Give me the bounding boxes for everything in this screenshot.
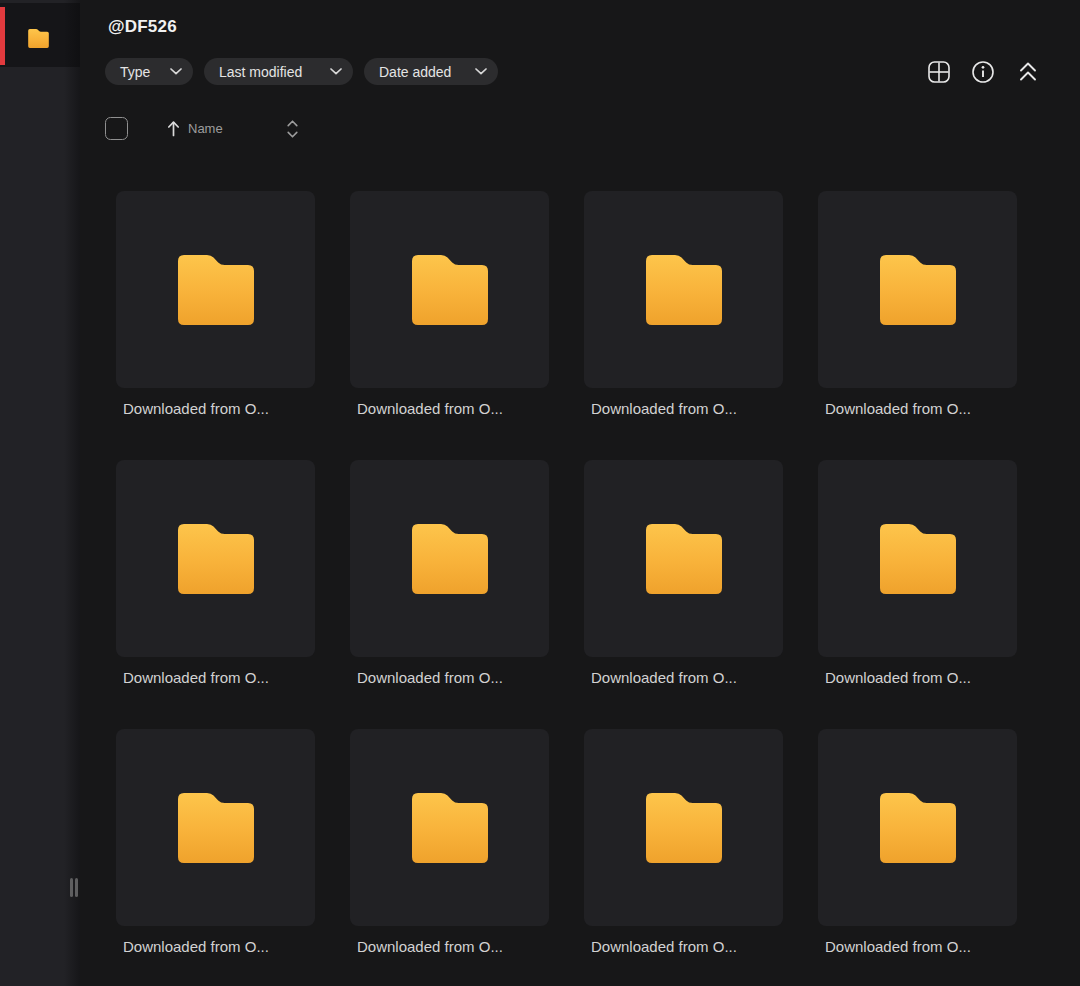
- sort-updown-icon[interactable]: [286, 119, 299, 139]
- filter-type-label: Type: [120, 64, 150, 80]
- folder-tile[interactable]: [584, 729, 783, 926]
- file-grid-cell: Downloaded from O...: [116, 729, 315, 956]
- folder-name-label: Downloaded from O...: [818, 938, 1017, 956]
- folder-name-label: Downloaded from O...: [350, 669, 549, 687]
- file-grid-cell: Downloaded from O...: [116, 191, 315, 418]
- collapse-all-icon[interactable]: [1019, 62, 1037, 82]
- folder-tile[interactable]: [584, 460, 783, 657]
- select-all-checkbox[interactable]: [105, 117, 128, 140]
- folder-icon: [178, 524, 254, 594]
- folder-icon: [412, 793, 488, 863]
- view-controls: [928, 61, 1037, 83]
- folder-tile[interactable]: [818, 729, 1017, 926]
- sidebar-resize-handle[interactable]: [70, 878, 78, 897]
- file-grid-cell: Downloaded from O...: [350, 191, 549, 418]
- file-grid-cell: Downloaded from O...: [818, 460, 1017, 687]
- folder-tile[interactable]: [350, 460, 549, 657]
- filter-type-button[interactable]: Type: [105, 58, 193, 85]
- filter-last-modified-label: Last modified: [219, 64, 302, 80]
- sort-control[interactable]: Name: [167, 120, 223, 137]
- arrow-up-icon: [167, 120, 180, 137]
- info-icon[interactable]: [972, 61, 994, 83]
- folder-tile[interactable]: [584, 191, 783, 388]
- sort-field-label: Name: [188, 121, 223, 136]
- folder-icon: [646, 524, 722, 594]
- file-grid-cell: Downloaded from O...: [350, 729, 549, 956]
- folder-tile[interactable]: [350, 191, 549, 388]
- folder-icon: [412, 524, 488, 594]
- sidebar: [0, 0, 80, 986]
- folder-icon: [880, 793, 956, 863]
- filter-date-added-label: Date added: [379, 64, 451, 80]
- folder-icon: [880, 255, 956, 325]
- folder-tile[interactable]: [116, 460, 315, 657]
- active-indicator: [0, 7, 5, 65]
- folder-name-label: Downloaded from O...: [584, 400, 783, 418]
- folder-name-label: Downloaded from O...: [116, 400, 315, 418]
- folder-icon: [880, 524, 956, 594]
- folder-tile[interactable]: [116, 191, 315, 388]
- grid-view-icon[interactable]: [928, 61, 950, 83]
- folder-name-label: Downloaded from O...: [584, 938, 783, 956]
- chevron-down-icon: [170, 68, 182, 75]
- file-grid-cell: Downloaded from O...: [818, 191, 1017, 418]
- file-grid-cell: Downloaded from O...: [818, 729, 1017, 956]
- folder-name-label: Downloaded from O...: [116, 938, 315, 956]
- file-grid-cell: Downloaded from O...: [584, 460, 783, 687]
- folder-tile[interactable]: [818, 460, 1017, 657]
- chevron-down-icon: [330, 68, 342, 75]
- folder-name-label: Downloaded from O...: [818, 400, 1017, 418]
- file-grid-cell: Downloaded from O...: [584, 191, 783, 418]
- folder-icon: [178, 793, 254, 863]
- folder-icon: [178, 255, 254, 325]
- folder-icon: [646, 255, 722, 325]
- folder-tile[interactable]: [818, 191, 1017, 388]
- folder-icon: [412, 255, 488, 325]
- folder-name-label: Downloaded from O...: [584, 669, 783, 687]
- file-grid: Downloaded from O... Downloaded from O..…: [116, 191, 1017, 956]
- filter-date-added-button[interactable]: Date added: [364, 58, 498, 85]
- folder-name-label: Downloaded from O...: [350, 400, 549, 418]
- folder-tile[interactable]: [350, 729, 549, 926]
- filter-last-modified-button[interactable]: Last modified: [204, 58, 353, 85]
- filter-bar: Type Last modified Date added: [105, 58, 498, 85]
- folder-name-label: Downloaded from O...: [818, 669, 1017, 687]
- folder-tile[interactable]: [116, 729, 315, 926]
- folder-name-label: Downloaded from O...: [116, 669, 315, 687]
- file-grid-cell: Downloaded from O...: [350, 460, 549, 687]
- chevron-down-icon: [475, 68, 487, 75]
- page-title: @DF526: [108, 17, 177, 37]
- file-grid-cell: Downloaded from O...: [116, 460, 315, 687]
- sidebar-resize-gutter[interactable]: [64, 0, 80, 986]
- folder-name-label: Downloaded from O...: [350, 938, 549, 956]
- file-grid-cell: Downloaded from O...: [584, 729, 783, 956]
- folder-icon: [646, 793, 722, 863]
- folder-icon: [28, 29, 49, 48]
